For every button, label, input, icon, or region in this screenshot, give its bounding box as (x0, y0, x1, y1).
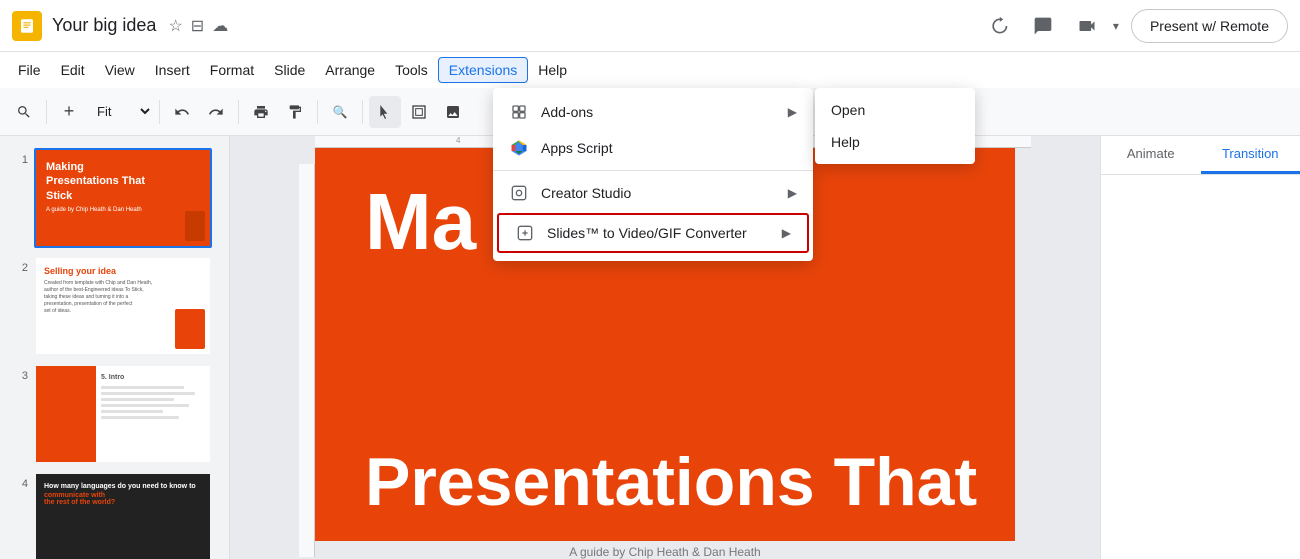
paint-format-btn[interactable] (279, 96, 311, 128)
menu-file[interactable]: File (8, 58, 51, 82)
search-toolbar-btn[interactable] (8, 96, 40, 128)
slide-1-title: MakingPresentations ThatStick (46, 160, 200, 203)
slide-3-content: 5. Intro (101, 374, 205, 422)
ruler-vertical (299, 164, 315, 557)
redo-btn[interactable] (200, 96, 232, 128)
history-button[interactable] (981, 8, 1017, 44)
present-remote-button[interactable]: Present w/ Remote (1131, 9, 1288, 43)
slides-converter-icon (515, 223, 535, 243)
camera-button[interactable] (1069, 8, 1105, 44)
menu-insert[interactable]: Insert (145, 58, 200, 82)
creator-studio-icon (509, 183, 529, 203)
folder-icon[interactable]: ⊟ (191, 16, 204, 36)
ext-addons-item[interactable]: Add-ons ▶ (493, 94, 813, 130)
canvas-subtitle-hint: A guide by Chip Heath & Dan Heath (569, 545, 760, 559)
separator-4 (317, 100, 318, 124)
submenu-open[interactable]: Open (815, 94, 975, 126)
slide-item-3[interactable]: 3 5. Intro (0, 360, 229, 468)
slides-converter-arrow: ▶ (782, 226, 791, 240)
addons-label: Add-ons (541, 104, 593, 120)
slide-thumbnail-4[interactable]: How many languages do you need to know t… (34, 472, 212, 559)
creator-studio-arrow: ▶ (788, 186, 797, 200)
slide-thumbnail-2[interactable]: Selling your idea Created from template … (34, 256, 212, 356)
menu-arrange[interactable]: Arrange (315, 58, 385, 82)
slide-thumbnail-3[interactable]: 5. Intro (34, 364, 212, 464)
creator-studio-label: Creator Studio (541, 185, 631, 201)
ext-divider-1 (493, 170, 813, 171)
apps-script-label: Apps Script (541, 140, 613, 156)
comments-button[interactable] (1025, 8, 1061, 44)
slide-4-title: How many languages do you need to know t… (44, 482, 202, 492)
slide-number-3: 3 (8, 364, 28, 382)
menu-extensions[interactable]: Extensions (438, 57, 528, 83)
zoom-in-btn[interactable]: + (53, 96, 85, 128)
menu-edit[interactable]: Edit (51, 58, 95, 82)
slide-item-4[interactable]: 4 How many languages do you need to know… (0, 468, 229, 559)
ext-creator-studio-item[interactable]: Creator Studio ▶ (493, 175, 813, 211)
canvas-presentations-text: Presentations That (365, 443, 977, 521)
menu-slide[interactable]: Slide (264, 58, 315, 82)
slide-item-2[interactable]: 2 Selling your idea Created from templat… (0, 252, 229, 360)
submenu-help[interactable]: Help (815, 126, 975, 158)
canvas-text-ma: Ma (365, 177, 476, 266)
slide-3-orange-bar (36, 366, 96, 462)
ext-apps-script-item[interactable]: Apps Script (493, 130, 813, 166)
slide-item-1[interactable]: 1 MakingPresentations ThatStick A guide … (0, 144, 229, 252)
frame-tool-btn[interactable] (403, 96, 435, 128)
menu-format[interactable]: Format (200, 58, 264, 82)
undo-btn[interactable] (166, 96, 198, 128)
separator-2 (159, 100, 160, 124)
document-title[interactable]: Your big idea (52, 15, 156, 36)
slide-number-4: 4 (8, 472, 28, 490)
title-bar: Your big idea ☆ ⊟ ☁ ▾ Present w/ Remote (0, 0, 1300, 52)
slide-number-2: 2 (8, 256, 28, 274)
separator-3 (238, 100, 239, 124)
zoom-select[interactable]: Fit 50% 75% 100% 150% 200% (87, 99, 153, 124)
star-icon[interactable]: ☆ (168, 16, 182, 36)
extensions-dropdown: Add-ons ▶ Apps Script Creator Studio ▶ (493, 88, 813, 261)
header-actions: ▾ Present w/ Remote (981, 8, 1288, 44)
addons-icon (509, 102, 529, 122)
slide-1-sub: A guide by Chip Heath & Dan Heath (46, 207, 200, 213)
addons-arrow: ▶ (788, 105, 797, 119)
slide-panel: 1 MakingPresentations ThatStick A guide … (0, 136, 230, 559)
slides-submenu: Open Help (815, 88, 975, 164)
right-panel-tabs: Animate Transition (1101, 136, 1300, 175)
print-btn[interactable] (245, 96, 277, 128)
zoom-out-btn[interactable]: 🔍 (324, 96, 356, 128)
slide-1-box (185, 211, 205, 241)
image-tool-btn[interactable] (437, 96, 469, 128)
cloud-icon[interactable]: ☁ (212, 16, 228, 36)
menu-tools[interactable]: Tools (385, 58, 438, 82)
separator-1 (46, 100, 47, 124)
menu-help[interactable]: Help (528, 58, 577, 82)
ext-slides-converter-item[interactable]: Slides™ to Video/GIF Converter ▶ (497, 213, 809, 253)
right-panel: Animate Transition (1100, 136, 1300, 559)
menu-bar: File Edit View Insert Format Slide Arran… (0, 52, 1300, 88)
slide-2-title: Selling your idea (44, 266, 202, 276)
tab-animate[interactable]: Animate (1101, 136, 1201, 174)
menu-view[interactable]: View (95, 58, 145, 82)
app-logo (12, 11, 42, 41)
apps-script-icon (509, 138, 529, 158)
slide-number-1: 1 (8, 148, 28, 166)
slide-2-image (175, 309, 205, 349)
separator-5 (362, 100, 363, 124)
select-tool-btn[interactable] (369, 96, 401, 128)
slides-converter-label: Slides™ to Video/GIF Converter (547, 225, 747, 241)
slide-thumbnail-1[interactable]: MakingPresentations ThatStick A guide by… (34, 148, 212, 248)
slide-4-highlight: communicate withthe rest of the world? (44, 492, 202, 506)
tab-transition[interactable]: Transition (1201, 136, 1300, 174)
